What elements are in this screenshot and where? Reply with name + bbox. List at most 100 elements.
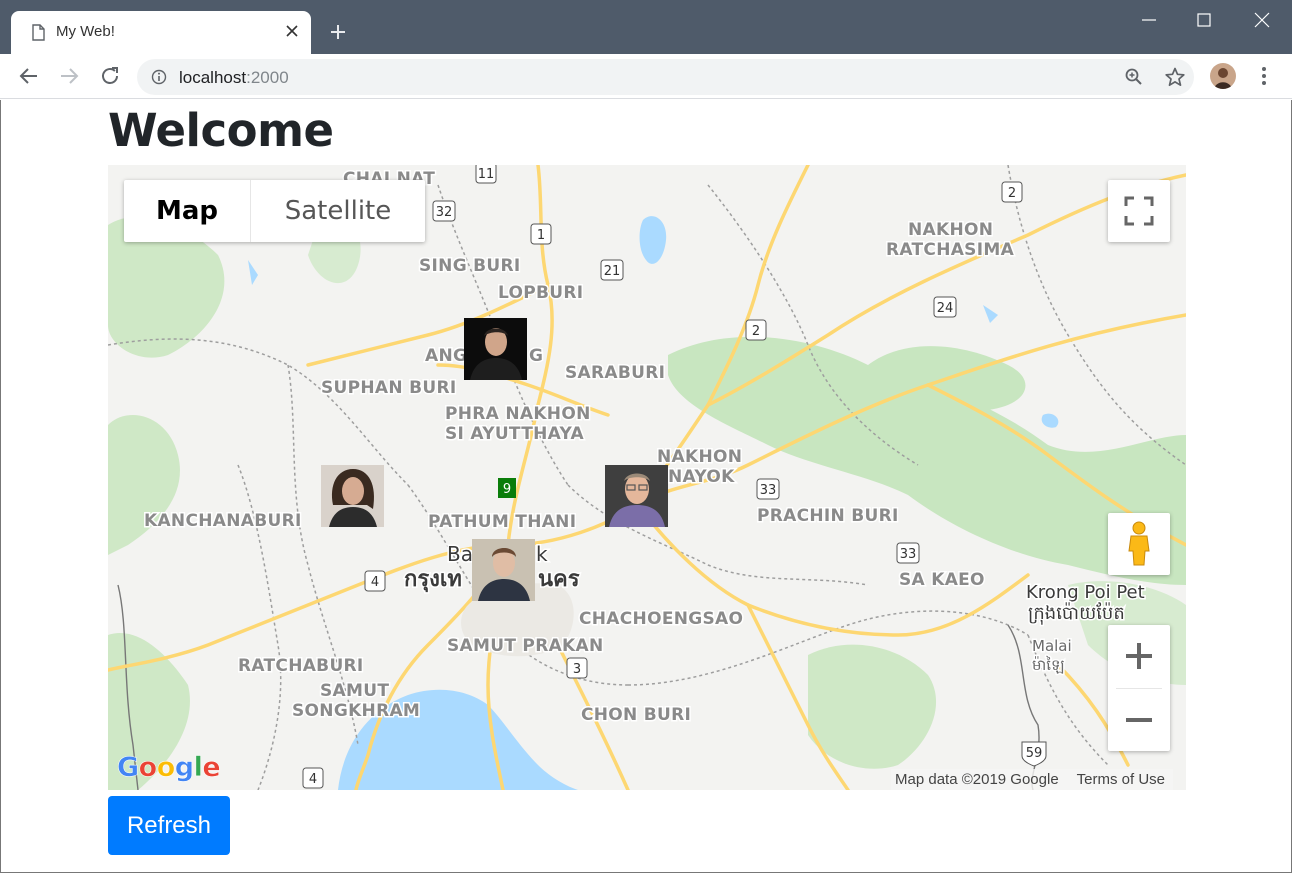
mark-zuckerberg-marker[interactable] xyxy=(472,539,535,601)
page-viewport: Welcome 11 32 1 21 2 2 24 9 33 33 4 3 4 … xyxy=(0,100,1292,873)
route-shield-21: 21 xyxy=(600,259,624,281)
label-kanchanaburi: KANCHANABURI xyxy=(144,511,302,531)
label-nakhon-ratchasima-1: NAKHON xyxy=(908,220,993,240)
bill-gates-marker[interactable] xyxy=(605,465,668,527)
sheryl-sandberg-marker[interactable] xyxy=(321,465,384,527)
close-icon[interactable] xyxy=(283,22,301,40)
reload-icon[interactable] xyxy=(99,65,121,87)
route-shield-33: 33 xyxy=(756,478,780,500)
svg-text:2: 2 xyxy=(752,324,760,339)
label-nakhon-nayok-1: NAKHON xyxy=(657,447,742,467)
bookmark-star-icon[interactable] xyxy=(1164,66,1186,88)
label-malai-khmer: ម៉ាឡៃ xyxy=(1032,655,1065,674)
svg-text:33: 33 xyxy=(900,547,917,562)
svg-text:3: 3 xyxy=(573,662,581,677)
back-arrow-icon[interactable] xyxy=(18,65,40,87)
route-shield-3: 3 xyxy=(566,657,588,679)
svg-text:59: 59 xyxy=(1026,746,1043,761)
route-shield-2: 2 xyxy=(745,319,767,341)
label-chon-buri: CHON BURI xyxy=(581,705,691,725)
address-bar[interactable]: localhost:2000 xyxy=(137,59,1194,95)
label-lopburi: LOPBURI xyxy=(498,283,583,303)
maximize-icon[interactable] xyxy=(1194,10,1214,30)
label-nakhon-nayok-2: NAYOK xyxy=(668,467,735,487)
svg-text:24: 24 xyxy=(937,301,954,316)
label-pathum-thani: PATHUM THANI xyxy=(428,512,576,532)
label-bangkok-thai-b: นคร xyxy=(538,567,580,592)
fullscreen-icon xyxy=(1124,196,1154,226)
svg-text:4: 4 xyxy=(309,772,317,787)
label-saraburi: SARABURI xyxy=(565,363,665,383)
url-text[interactable]: localhost:2000 xyxy=(179,68,289,88)
route-shield-33-east: 33 xyxy=(896,542,920,564)
terms-of-use-link[interactable]: Terms of Use xyxy=(1077,771,1165,788)
route-shield-24: 24 xyxy=(933,296,957,318)
svg-text:1: 1 xyxy=(537,228,545,243)
info-icon[interactable] xyxy=(151,69,167,85)
browser-toolbar: localhost:2000 xyxy=(0,54,1292,99)
label-poi-pet-khmer: ក្រុងប៉ោយប៉ែត xyxy=(1028,602,1125,625)
label-ayutthaya-2: SI AYUTTHAYA xyxy=(445,424,584,444)
elon-musk-photo xyxy=(464,318,527,380)
svg-text:4: 4 xyxy=(371,575,379,590)
label-ang-thong-b: G xyxy=(529,346,543,366)
label-chachoengsao: CHACHOENGSAO xyxy=(579,609,743,629)
route-shield-1: 1 xyxy=(530,223,552,245)
browser-tab[interactable]: My Web! xyxy=(11,11,311,54)
map-container[interactable]: 11 32 1 21 2 2 24 9 33 33 4 3 4 59 CHAI … xyxy=(108,165,1186,790)
tab-title: My Web! xyxy=(56,23,115,40)
zoom-icon[interactable] xyxy=(1124,67,1144,87)
route-shield-2-north: 2 xyxy=(1001,181,1023,203)
svg-text:32: 32 xyxy=(436,205,453,220)
svg-text:2: 2 xyxy=(1008,186,1016,201)
label-bangkok-a: Ba xyxy=(447,542,473,566)
label-nakhon-ratchasima-2: RATCHASIMA xyxy=(886,240,1015,260)
svg-text:33: 33 xyxy=(760,483,777,498)
label-bangkok-thai-a: กรุงเท xyxy=(404,567,462,593)
label-krong-poi-pet: Krong Poi Pet xyxy=(1026,582,1145,603)
label-suphan-buri: SUPHAN BURI xyxy=(321,378,457,398)
route-shield-9: 9 xyxy=(498,478,516,498)
refresh-button[interactable]: Refresh xyxy=(108,796,230,855)
minimize-icon[interactable] xyxy=(1139,10,1159,30)
street-view-button[interactable] xyxy=(1108,513,1170,575)
zoom-control xyxy=(1108,625,1170,751)
label-sing-buri: SING BURI xyxy=(419,256,521,276)
svg-text:21: 21 xyxy=(604,264,621,279)
browser-titlebar: My Web! xyxy=(0,0,1292,54)
profile-avatar[interactable] xyxy=(1210,63,1236,89)
svg-text:9: 9 xyxy=(503,482,511,497)
forward-arrow-icon[interactable] xyxy=(58,65,80,87)
plus-icon xyxy=(1126,643,1152,669)
fullscreen-button[interactable] xyxy=(1108,180,1170,242)
zoom-out-button[interactable] xyxy=(1108,689,1170,751)
minus-icon xyxy=(1126,718,1152,722)
map-type-map-button[interactable]: Map xyxy=(124,180,251,242)
pegman-icon xyxy=(1128,521,1150,566)
route-shield-4: 4 xyxy=(364,570,386,592)
google-logo[interactable]: Google xyxy=(117,752,221,788)
label-malai: Malai xyxy=(1032,637,1072,655)
map-data-text: Map data ©2019 Google xyxy=(895,771,1059,788)
mark-zuckerberg-photo xyxy=(472,539,535,601)
label-sa-kaeo: SA KAEO xyxy=(899,570,985,590)
elon-musk-marker[interactable] xyxy=(464,318,527,380)
label-ayutthaya-1: PHRA NAKHON xyxy=(445,404,591,424)
label-bangkok-b: k xyxy=(536,542,548,566)
label-samut-prakan: SAMUT PRAKAN xyxy=(447,636,604,656)
zoom-in-button[interactable] xyxy=(1108,625,1170,687)
new-tab-icon[interactable] xyxy=(328,22,348,42)
map-type-satellite-button[interactable]: Satellite xyxy=(251,180,425,242)
svg-text:11: 11 xyxy=(478,167,495,182)
route-shield-11: 11 xyxy=(475,165,497,184)
bill-gates-photo xyxy=(605,465,668,527)
page-icon xyxy=(32,24,45,41)
window-close-icon[interactable] xyxy=(1252,10,1272,30)
url-host: localhost xyxy=(179,68,247,87)
page-title: Welcome xyxy=(108,104,334,157)
more-menu-icon[interactable] xyxy=(1254,65,1274,87)
map-attribution: Map data ©2019 Google Terms of Use xyxy=(891,769,1174,790)
route-shield-32: 32 xyxy=(432,200,456,222)
label-ratchaburi: RATCHABURI xyxy=(238,656,364,676)
label-prachin-buri: PRACHIN BURI xyxy=(757,506,899,526)
